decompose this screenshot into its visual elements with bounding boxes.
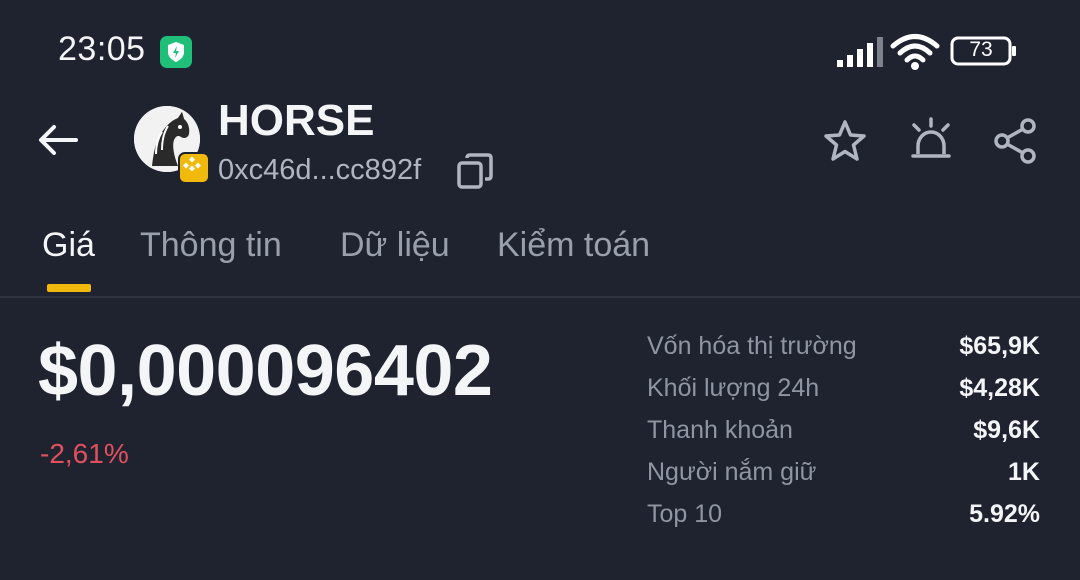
active-tab-indicator	[47, 284, 91, 292]
stat-value: $9,6K	[973, 416, 1040, 444]
star-icon[interactable]	[820, 116, 870, 166]
token-price: $0,000096402	[38, 331, 493, 411]
stat-label: Khối lượng 24h	[647, 374, 820, 402]
stat-row-top-10: Top 10 5.92%	[647, 496, 1040, 538]
stat-label: Người nắm giữ	[647, 458, 817, 486]
stat-value: 5.92%	[969, 500, 1040, 528]
tab-bar: Giá Thông tin Dữ liệu Kiểm toán	[0, 220, 1080, 298]
shield-icon	[160, 36, 192, 68]
bnb-chain-icon	[178, 152, 210, 184]
status-bar: 23:05 73	[0, 0, 1080, 100]
signal-icon	[837, 37, 883, 67]
stat-label: Vốn hóa thị trường	[647, 332, 857, 360]
tab-du-lieu[interactable]: Dữ liệu	[340, 226, 450, 265]
tab-thong-tin[interactable]: Thông tin	[140, 226, 282, 265]
stat-label: Thanh khoản	[647, 416, 793, 444]
stat-label: Top 10	[647, 500, 723, 528]
wifi-icon	[890, 34, 940, 70]
token-stats: Vốn hóa thị trường $65,9K Khối lượng 24h…	[647, 328, 1040, 538]
stat-row-volume-24h: Khối lượng 24h $4,28K	[647, 370, 1040, 412]
status-time: 23:05	[58, 30, 146, 68]
copy-icon[interactable]	[456, 152, 494, 190]
stat-row-holders: Người nắm giữ 1K	[647, 454, 1040, 496]
alert-icon[interactable]	[906, 116, 956, 166]
token-name: HORSE	[218, 96, 375, 145]
stat-value: 1K	[1008, 458, 1040, 486]
back-arrow-icon[interactable]	[34, 120, 82, 160]
battery-level: 73	[969, 38, 993, 61]
share-icon[interactable]	[990, 116, 1040, 166]
stat-row-market-cap: Vốn hóa thị trường $65,9K	[647, 328, 1040, 370]
stat-value: $4,28K	[959, 374, 1040, 402]
tab-kiem-toan[interactable]: Kiểm toán	[497, 226, 650, 265]
price-change: -2,61%	[40, 438, 129, 469]
battery-icon: 73	[950, 36, 1018, 66]
stat-row-liquidity: Thanh khoản $9,6K	[647, 412, 1040, 454]
token-header: HORSE 0xc46d...cc892f	[0, 90, 1080, 200]
contract-address[interactable]: 0xc46d...cc892f	[218, 154, 421, 187]
tab-gia[interactable]: Giá	[42, 226, 95, 265]
stat-value: $65,9K	[959, 332, 1040, 360]
